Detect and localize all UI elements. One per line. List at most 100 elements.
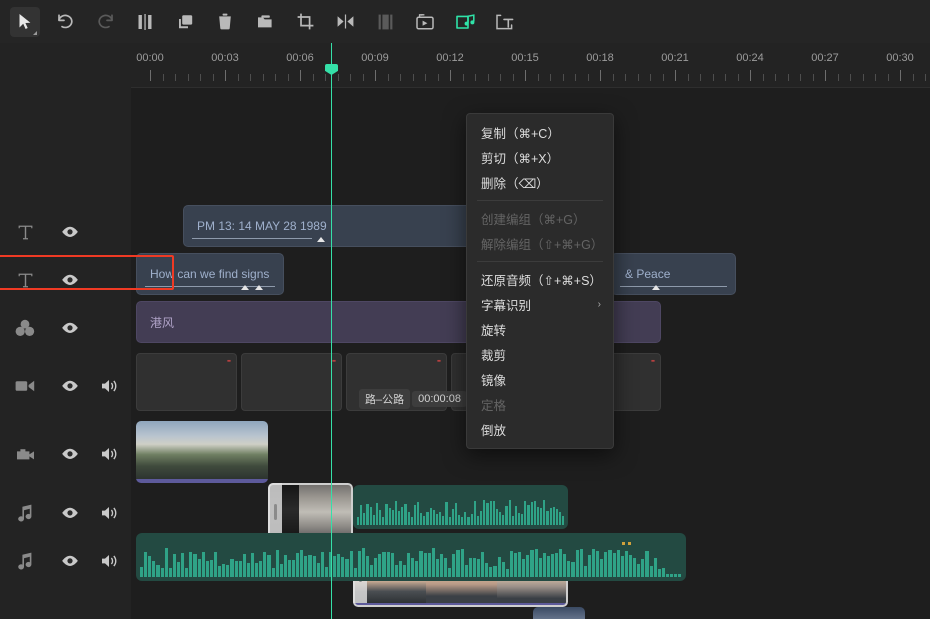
waveform-bar (467, 517, 470, 525)
redo-button[interactable] (90, 7, 120, 37)
ruler-minor-tick (287, 74, 289, 81)
waveform-bar (366, 504, 369, 525)
track-visibility-toggle[interactable] (50, 322, 90, 334)
track-header-sticker[interactable] (0, 313, 131, 343)
menu-item[interactable]: 复制（⌘+C） (467, 120, 613, 145)
track-visibility-toggle[interactable] (50, 507, 90, 519)
track-header-text-1[interactable] (0, 217, 131, 247)
ruler-minor-tick (662, 74, 664, 81)
menu-item[interactable]: 字幕识别 › (467, 292, 613, 317)
track-visibility-toggle[interactable] (50, 448, 90, 460)
waveform-bar (375, 502, 379, 525)
keyframe-marker[interactable] (241, 285, 249, 290)
menu-item-label: 字幕识别 (481, 299, 532, 313)
mirror-button[interactable] (330, 7, 360, 37)
ruler-minor-tick (262, 74, 264, 81)
ruler-time-label: 00:06 (286, 52, 314, 64)
ruler-minor-tick (587, 74, 589, 81)
audio-track-1-row[interactable] (131, 485, 930, 531)
waveform-bar (499, 511, 502, 525)
copy-button[interactable] (170, 7, 200, 37)
undo-button[interactable] (50, 7, 80, 37)
waveform-bar (378, 553, 382, 577)
ruler-minor-tick (700, 74, 701, 81)
waveform-bar (472, 557, 476, 577)
waveform-bar (416, 502, 420, 525)
track-visibility-toggle[interactable] (50, 380, 90, 392)
split-button[interactable] (130, 7, 160, 37)
menu-item[interactable]: 还原音频（⇧+⌘+S） (467, 267, 613, 292)
filter-cell[interactable]: ▪▪ (241, 353, 342, 411)
menu-item[interactable]: 镜像 (467, 367, 613, 392)
menu-item[interactable]: 删除（⌫） (467, 170, 613, 195)
ruler-time-label: 00:00 (136, 52, 164, 64)
audio-clip[interactable] (136, 533, 686, 581)
audio-clip[interactable] (353, 485, 568, 529)
track-header-filter[interactable] (0, 371, 131, 401)
keyframe-marker[interactable] (652, 285, 660, 290)
filter-cell[interactable]: ▪▪ (136, 353, 237, 411)
waveform-bar (401, 506, 404, 525)
waveform-bar (540, 508, 543, 525)
video-clip[interactable] (136, 421, 268, 483)
track-header-video[interactable] (0, 439, 131, 469)
menu-item[interactable]: 倒放 (467, 417, 613, 442)
filter-cell[interactable]: ▪▪ (609, 353, 661, 411)
track-mute-toggle[interactable] (90, 379, 130, 393)
select-tool[interactable] (10, 6, 40, 37)
waveform-bar (415, 561, 419, 577)
track-header-audio-1[interactable] (0, 498, 131, 528)
ruler-minor-tick (612, 74, 614, 81)
waveform-bar (616, 549, 620, 577)
menu-item-label: 镜像 (481, 374, 507, 388)
video-clip[interactable]: 泛白 (533, 607, 585, 619)
waveform-bar (205, 560, 209, 577)
track-visibility-toggle[interactable] (50, 555, 90, 567)
waveform-bar (357, 550, 361, 577)
group-button[interactable] (250, 7, 280, 37)
waveform-bar (407, 512, 410, 525)
menu-item[interactable]: 剪切（⌘+X） (467, 145, 613, 170)
ruler-minor-tick (512, 74, 514, 81)
text-clip[interactable]: PM 13: 14 MAY 28 1989 (183, 205, 513, 247)
ruler-minor-tick (775, 74, 776, 81)
tool-expand-corner[interactable] (33, 30, 37, 35)
ruler-minor-tick (362, 74, 364, 81)
menu-item[interactable]: 裁剪 (467, 342, 613, 367)
waveform-bar (470, 513, 473, 525)
ruler-minor-tick (200, 74, 201, 81)
menu-item-label: 解除编组（⇧+⌘+G） (481, 238, 604, 252)
audio-separate-button[interactable] (450, 7, 480, 37)
crop-button[interactable] (290, 7, 320, 37)
track-mute-toggle[interactable] (90, 506, 130, 520)
ruler-minor-tick (425, 74, 426, 81)
delete-button[interactable] (210, 7, 240, 37)
menu-item[interactable]: 旋转 (467, 317, 613, 342)
waveform-bar (653, 557, 657, 577)
caption-button[interactable] (490, 7, 520, 37)
text-clip[interactable]: & Peace (611, 253, 736, 295)
video-thumbnail (533, 607, 585, 619)
audio-track-2-row[interactable] (131, 533, 930, 583)
waveform-bar (538, 558, 542, 577)
track-visibility-toggle[interactable] (50, 226, 90, 238)
track-mute-toggle[interactable] (90, 554, 130, 568)
freeze-frame-button[interactable] (370, 7, 400, 37)
timeline-ruler[interactable]: 00:00 00:03 00:06 00:09 00:12 00:15 00:18 00:21… (131, 43, 930, 88)
ruler-time-label: 00:27 (811, 52, 839, 64)
waveform-bar (567, 561, 571, 577)
waveform-bar (476, 515, 480, 525)
filter-name-pill: 路–公路 (359, 389, 411, 409)
context-menu[interactable]: 复制（⌘+C） 剪切（⌘+X） 删除（⌫） 创建编组（⌘+G） 解除编组（⇧+⌘+G） 还… (466, 113, 614, 449)
text-clip[interactable]: How can we find signs (136, 253, 284, 295)
playhead-line[interactable] (331, 43, 332, 619)
waveform-bar (678, 573, 682, 577)
keyframe-marker[interactable] (255, 285, 263, 290)
keyframe-marker[interactable] (317, 237, 325, 242)
track-visibility-toggle[interactable] (50, 274, 90, 286)
reverse-button[interactable] (410, 7, 440, 37)
track-mute-toggle[interactable] (90, 447, 130, 461)
filter-keyframe-dot: ▪▪ (332, 358, 336, 365)
track-header-text-2[interactable] (0, 265, 131, 295)
track-header-audio-2[interactable] (0, 546, 131, 576)
